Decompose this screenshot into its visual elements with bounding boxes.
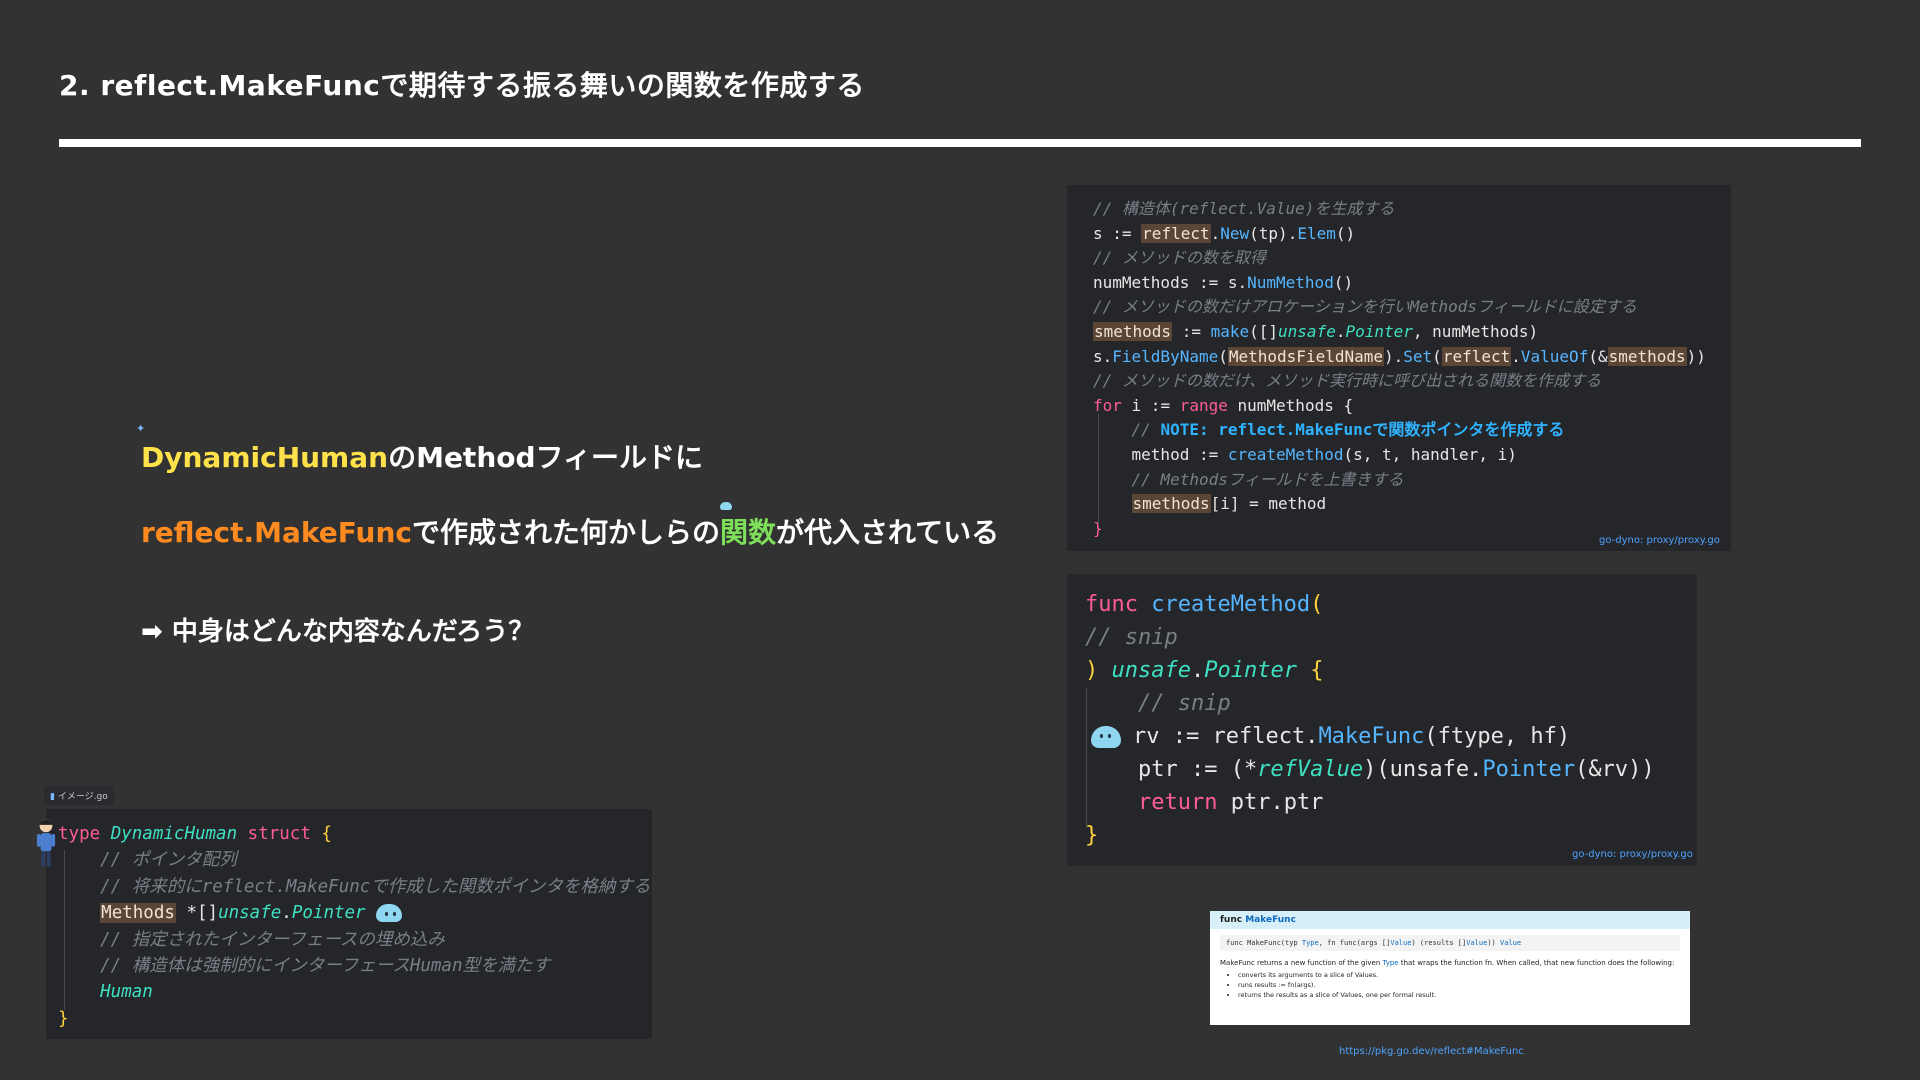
doc-bullets: converts its arguments to a slice of Val… xyxy=(1238,971,1680,999)
code-block-left: type DynamicHuman struct { // ポインタ配列 // … xyxy=(46,809,652,1039)
code-line: // 構造体は強制的にインターフェースHuman型を満たす xyxy=(58,956,551,977)
indent-guide xyxy=(1098,414,1099,524)
code-line: smethods[i] = method xyxy=(1131,494,1327,514)
code-line: rv := reflect.MakeFunc(ftype, hf) xyxy=(1085,720,1679,753)
lead-line-3: ➡ 中身はどんな内容なんだろう？ xyxy=(141,617,535,647)
code-line: smethods := make([]unsafe.Pointer, numMe… xyxy=(1093,321,1539,341)
code-line: func createMethod( xyxy=(1085,592,1324,617)
code-line: Human xyxy=(58,982,153,1003)
lead-line-1-rest: のMethodフィールドに xyxy=(388,441,703,474)
code-line: return ptr.ptr xyxy=(1137,790,1324,815)
blob-character-icon xyxy=(375,904,402,923)
code-line: // メソッドの数だけアロケーションを行いMethodsフィールドに設定する xyxy=(1093,297,1637,317)
code-line: // メソッドの数を取得 xyxy=(1093,248,1266,268)
code-line: // メソッドの数だけ、メソッド実行時に呼び出される関数を作成する xyxy=(1093,371,1602,391)
code-line: ) unsafe.Pointer { xyxy=(1085,658,1324,683)
blob-character-icon xyxy=(1091,726,1121,748)
lead-func: 関数 xyxy=(720,502,777,549)
doc-caption-link[interactable]: https://pkg.go.dev/reflect#MakeFunc xyxy=(1339,1046,1524,1057)
tiny-figure-icon: ✦ xyxy=(136,422,146,435)
lead-line-1: DynamicHumanのMethodフィールドに xyxy=(141,436,703,476)
doc-signature: func MakeFunc(typ Type, fn func(args []V… xyxy=(1220,935,1680,951)
lead-func-text: 関数 xyxy=(720,516,777,549)
small-blob-icon xyxy=(720,502,732,510)
code-line: } xyxy=(1085,823,1099,848)
code-line: // 指定されたインターフェースの埋め込み xyxy=(58,929,445,950)
code-line: for i := range numMethods { xyxy=(1093,395,1354,415)
code-block-top: // 構造体(reflect.Value)を生成する s := reflect.… xyxy=(1067,185,1731,551)
code-line: Methods *[]unsafe.Pointer xyxy=(58,900,640,926)
code-line: // snip xyxy=(1085,625,1178,650)
code-line: // NOTE: reflect.MakeFuncで関数ポインタを作成する xyxy=(1093,420,1565,440)
code-line: numMethods := s.NumMethod() xyxy=(1093,272,1354,292)
doc-description: MakeFunc returns a new function of the g… xyxy=(1220,959,1675,967)
file-tab: ▮ イメージ.go xyxy=(44,786,114,805)
title-rule xyxy=(59,139,1861,147)
lead-dynamic-human: DynamicHuman xyxy=(141,441,389,474)
code-line: method := createMethod(s, t, handler, i) xyxy=(1093,444,1517,464)
code-line: ptr := (*refValue)(unsafe.Pointer(&rv)) xyxy=(1085,757,1655,782)
lead-line-2: reflect.MakeFuncで作成された何かしらの 関数が代入されている xyxy=(141,502,1000,551)
code-line: // 将来的にreflect.MakeFuncで作成した関数ポインタを格納する xyxy=(58,876,651,897)
file-tab-icon: ▮ xyxy=(50,792,58,802)
doc-bullet: returns the results as a slice of Values… xyxy=(1238,991,1680,999)
code-block-mid: func createMethod( // snip ) unsafe.Poin… xyxy=(1067,574,1697,866)
code-top-caption: go-dyno: proxy/proxy.go xyxy=(1599,535,1720,546)
lead-line-2-b: で作成された何かしらの xyxy=(411,516,720,549)
code-line: // Methodsフィールドを上書きする xyxy=(1093,469,1404,489)
slide-title: 2. reflect.MakeFuncで期待する振る舞いの関数を作成する xyxy=(59,69,865,102)
doc-makefunc-link[interactable]: MakeFunc xyxy=(1245,915,1296,925)
doc-heading: func MakeFunc xyxy=(1210,911,1690,929)
code-line: s.FieldByName(MethodsFieldName).Set(refl… xyxy=(1093,346,1706,366)
code-line: type DynamicHuman struct { xyxy=(58,824,332,844)
lead-line-2-d: が代入されている xyxy=(776,516,1000,549)
lead-makefunc: reflect.MakeFunc xyxy=(141,516,412,549)
code-line: // ポインタ配列 xyxy=(58,850,237,871)
indent-guide xyxy=(64,850,65,1010)
indent-guide xyxy=(1086,688,1087,828)
doc-bullet: converts its arguments to a slice of Val… xyxy=(1238,971,1680,979)
code-mid-caption: go-dyno: proxy/proxy.go xyxy=(1572,849,1693,860)
code-line: // 構造体(reflect.Value)を生成する xyxy=(1093,199,1395,218)
person-figure-icon xyxy=(36,819,56,867)
code-line: // snip xyxy=(1085,691,1231,716)
code-line: } xyxy=(58,1008,69,1029)
doc-snippet: func MakeFunc func MakeFunc(typ Type, fn… xyxy=(1210,911,1690,1025)
doc-bullet: runs results := fn(args). xyxy=(1238,981,1680,989)
code-line: s := reflect.New(tp).Elem() xyxy=(1093,223,1356,243)
